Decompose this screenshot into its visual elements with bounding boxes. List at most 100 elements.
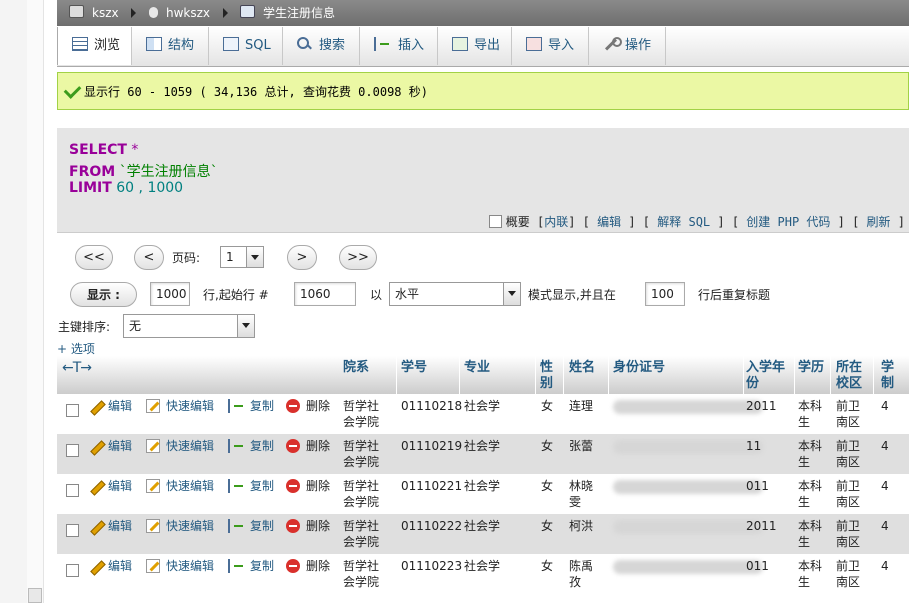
row-checkbox[interactable] <box>66 404 79 417</box>
edit-button[interactable]: 编辑 <box>88 398 132 416</box>
campus-cell: 前卫南区 <box>836 399 861 429</box>
column-resize-icon[interactable]: ←T→ <box>62 360 92 376</box>
column-header[interactable]: 入学年份 <box>746 360 792 392</box>
tab-insert[interactable]: 插入 <box>360 27 438 65</box>
tab-search[interactable]: 搜索 <box>283 27 360 65</box>
mode-prefix-label: 以 <box>370 288 383 302</box>
column-header[interactable]: 专业 <box>464 360 534 376</box>
column-header[interactable]: 姓名 <box>569 360 609 376</box>
server-icon <box>69 5 84 18</box>
page-select[interactable]: 1 <box>220 246 264 268</box>
copy-button[interactable]: 复制 <box>228 478 274 494</box>
tab-structure[interactable]: 结构 <box>132 27 209 65</box>
row-checkbox[interactable] <box>66 444 79 457</box>
breadcrumb-table[interactable]: 学生注册信息 <box>240 4 335 22</box>
quick-edit-button[interactable]: 快速编辑 <box>146 518 214 534</box>
edit-query-link[interactable]: 编辑 <box>597 215 621 229</box>
duration-cell: 4 <box>881 439 889 453</box>
edit-button[interactable]: 编辑 <box>88 478 132 496</box>
breadcrumb: kszx hwkszx 学生注册信息 <box>57 0 909 26</box>
quick-edit-button[interactable]: 快速编辑 <box>146 398 214 414</box>
table-header: ←T→ 院系 学号 专业 性别 姓名 身份证号 入学年份 学历 所在校区 学制 <box>57 356 909 394</box>
tab-import[interactable]: 导入 <box>512 27 589 65</box>
column-header[interactable]: 学号 <box>401 360 456 376</box>
quick-edit-icon <box>146 439 160 453</box>
column-header[interactable]: 院系 <box>343 360 393 376</box>
delete-button[interactable]: 删除 <box>286 438 330 454</box>
display-mode-select[interactable]: 水平 <box>389 282 521 306</box>
repeat-header-input[interactable]: 100 <box>645 282 685 306</box>
tab-operations[interactable]: 操作 <box>589 27 666 65</box>
copy-button[interactable]: 复制 <box>228 438 274 454</box>
column-divider <box>830 356 831 394</box>
edit-button[interactable]: 编辑 <box>88 438 132 456</box>
copy-button[interactable]: 复制 <box>228 518 274 534</box>
last-page-button[interactable]: >> <box>339 245 377 270</box>
first-page-button[interactable]: << <box>75 245 113 270</box>
copy-button[interactable]: 复制 <box>228 558 274 574</box>
row-checkbox[interactable] <box>66 524 79 537</box>
delete-button[interactable]: 删除 <box>286 518 330 534</box>
delete-icon <box>286 559 300 573</box>
major-cell: 社会学 <box>464 439 501 453</box>
inline-edit-link[interactable]: 内联 <box>544 215 568 229</box>
sql-links-bar: 概要 [内联] [ 编辑 ] [ 解释 SQL ] [ 创建 PHP 代码 ] … <box>57 210 909 233</box>
tab-export[interactable]: 导出 <box>438 27 512 65</box>
campus-cell: 前卫南区 <box>836 479 861 509</box>
sort-select[interactable]: 无 <box>123 314 255 338</box>
tab-sql[interactable]: SQL <box>209 27 283 65</box>
delete-button[interactable]: 删除 <box>286 478 330 494</box>
row-checkbox[interactable] <box>66 484 79 497</box>
create-php-link[interactable]: 创建 PHP 代码 <box>746 215 830 229</box>
check-icon <box>63 81 82 99</box>
sql-limit-line: LIMIT 60 , 1000 <box>69 180 184 196</box>
education-cell: 本科生 <box>798 399 823 429</box>
previous-page-button[interactable]: < <box>134 245 164 270</box>
chevron-right-icon <box>131 8 136 18</box>
column-header[interactable]: 学历 <box>798 360 826 376</box>
pencil-icon <box>88 479 106 496</box>
delete-button[interactable]: 删除 <box>286 398 330 414</box>
dept-cell: 哲学社会学院 <box>343 519 380 549</box>
year-cell: 011 <box>746 479 769 493</box>
delete-icon <box>286 479 300 493</box>
column-header[interactable]: 学制 <box>881 360 896 392</box>
quick-edit-button[interactable]: 快速编辑 <box>146 478 214 494</box>
edit-button[interactable]: 编辑 <box>88 518 132 536</box>
education-cell: 本科生 <box>798 519 823 549</box>
scrollbar-down[interactable] <box>28 588 42 603</box>
edit-button[interactable]: 编辑 <box>88 558 132 576</box>
refresh-link[interactable]: 刷新 <box>867 215 891 229</box>
delete-button[interactable]: 删除 <box>286 558 330 574</box>
panel-resizer[interactable] <box>27 0 44 603</box>
column-header[interactable]: 所在校区 <box>836 360 864 392</box>
sql-query-box: SELECT * FROM `学生注册信息` LIMIT 60 , 1000 <box>57 128 909 211</box>
sql-icon <box>223 37 239 51</box>
duration-cell: 4 <box>881 559 889 573</box>
mode-suffix-label: 模式显示,并且在 <box>528 288 616 302</box>
options-toggle[interactable]: + 选项 <box>57 340 95 357</box>
start-row-input[interactable]: 1060 <box>294 282 356 306</box>
copy-button[interactable]: 复制 <box>228 398 274 414</box>
column-header[interactable]: 性别 <box>540 360 554 392</box>
campus-cell: 前卫南区 <box>836 559 861 589</box>
column-header[interactable]: 身份证号 <box>613 360 743 376</box>
breadcrumb-database[interactable]: hwkszx <box>149 4 210 22</box>
education-cell: 本科生 <box>798 439 823 469</box>
breadcrumb-server[interactable]: kszx <box>69 4 119 22</box>
tab-browse[interactable]: 浏览 <box>57 27 132 65</box>
browse-icon <box>72 37 88 51</box>
row-checkbox[interactable] <box>66 564 79 577</box>
quick-edit-icon <box>146 519 160 533</box>
show-button[interactable]: 显示 : <box>70 282 137 307</box>
next-page-button[interactable]: > <box>287 245 317 270</box>
quick-edit-button[interactable]: 快速编辑 <box>146 558 214 574</box>
page-label: 页码: <box>172 251 201 265</box>
rows-count-input[interactable]: 1000 <box>150 282 190 306</box>
profiling-checkbox[interactable] <box>488 215 502 228</box>
table-row: 编辑 快速编辑 复制 删除 哲学社会学院 01110218 社会学 女 连理 2011 本科生 前卫南… <box>57 394 909 434</box>
explain-sql-link[interactable]: 解释 SQL <box>657 215 710 229</box>
redacted-id-number <box>613 400 763 414</box>
quick-edit-icon <box>146 559 160 573</box>
quick-edit-button[interactable]: 快速编辑 <box>146 438 214 454</box>
